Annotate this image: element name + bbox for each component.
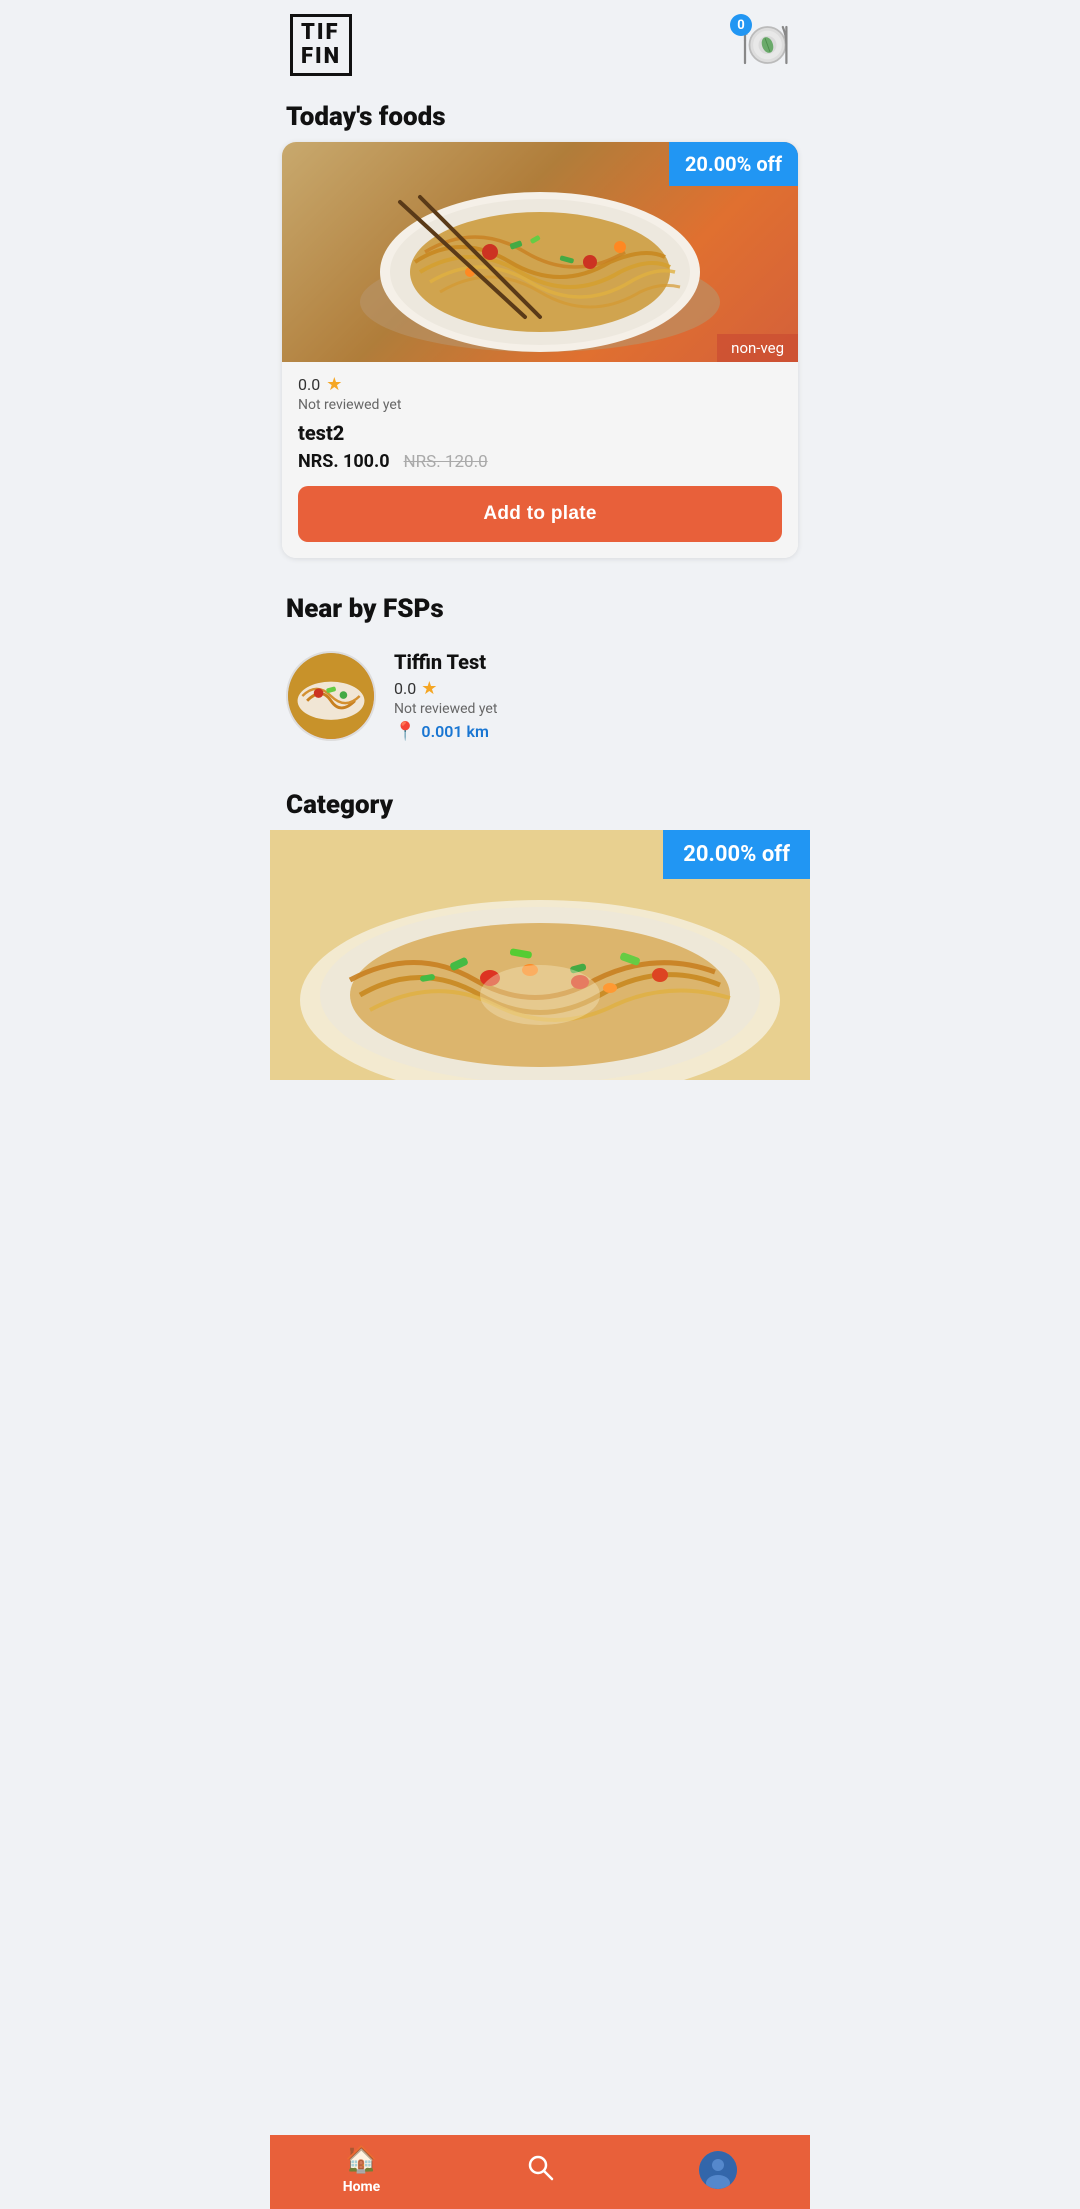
todays-foods-title: Today's foods	[270, 86, 810, 142]
fsp-rating-value: 0.0	[394, 679, 416, 698]
nearby-fsps-section: Near by FSPs Tiffin Test 0.0 ★	[270, 578, 810, 774]
price-row: NRS. 100.0 NRS. 120.0	[298, 451, 782, 472]
category-section: Category	[270, 774, 810, 1160]
search-icon	[526, 2153, 554, 2188]
nearby-fsps-list: Tiffin Test 0.0 ★ Not reviewed yet 📍 0.0…	[270, 634, 810, 774]
star-icon: ★	[326, 374, 342, 395]
profile-avatar-image	[699, 2151, 737, 2189]
add-to-plate-button[interactable]: Add to plate	[298, 486, 782, 542]
fsp-name: Tiffin Test	[394, 650, 794, 674]
food-type-badge: non-veg	[717, 334, 798, 362]
profile-avatar	[699, 2151, 737, 2189]
fsp-avatar-image	[288, 651, 374, 741]
app-header: TIFFIN 0	[270, 0, 810, 86]
home-label: Home	[343, 2179, 380, 2195]
not-reviewed-text: Not reviewed yet	[298, 397, 782, 413]
fsp-info: Tiffin Test 0.0 ★ Not reviewed yet 📍 0.0…	[394, 650, 794, 742]
app-logo: TIFFIN	[290, 14, 352, 76]
cart-button[interactable]: 0	[736, 18, 790, 72]
logo-text: TIFFIN	[301, 21, 341, 69]
nav-search[interactable]	[526, 2153, 554, 2188]
nav-profile[interactable]	[699, 2151, 737, 2189]
food-card-image-wrapper: 20.00% off non-veg	[282, 142, 798, 362]
nav-home[interactable]: 🏠 Home	[343, 2145, 380, 2195]
fsp-distance: 0.001 km	[421, 722, 488, 741]
discount-badge: 20.00% off	[669, 142, 798, 186]
category-title: Category	[270, 774, 810, 830]
bottom-nav: 🏠 Home	[270, 2135, 810, 2209]
home-icon: 🏠	[345, 2145, 377, 2175]
fsp-not-reviewed: Not reviewed yet	[394, 701, 794, 717]
rating-row: 0.0 ★	[298, 374, 782, 395]
fsp-distance-row: 📍 0.001 km	[394, 721, 794, 742]
price-original: NRS. 120.0	[404, 452, 488, 472]
category-discount-badge: 20.00% off	[663, 830, 810, 879]
rating-value: 0.0	[298, 375, 320, 394]
location-icon: 📍	[394, 721, 416, 742]
food-name: test2	[298, 421, 782, 445]
todays-foods-section: Today's foods	[270, 86, 810, 558]
price-current: NRS. 100.0	[298, 451, 390, 472]
food-card: 20.00% off non-veg 0.0 ★ Not reviewed ye…	[282, 142, 798, 558]
fsp-rating-row: 0.0 ★	[394, 678, 794, 699]
fsp-avatar	[286, 651, 376, 741]
nearby-fsps-title: Near by FSPs	[270, 578, 810, 634]
fsp-star-icon: ★	[421, 678, 437, 699]
food-card-body: 0.0 ★ Not reviewed yet test2 NRS. 100.0 …	[282, 362, 798, 558]
fsp-list-item[interactable]: Tiffin Test 0.0 ★ Not reviewed yet 📍 0.0…	[286, 634, 794, 758]
category-image-wrapper: 20.00% off	[270, 830, 810, 1080]
